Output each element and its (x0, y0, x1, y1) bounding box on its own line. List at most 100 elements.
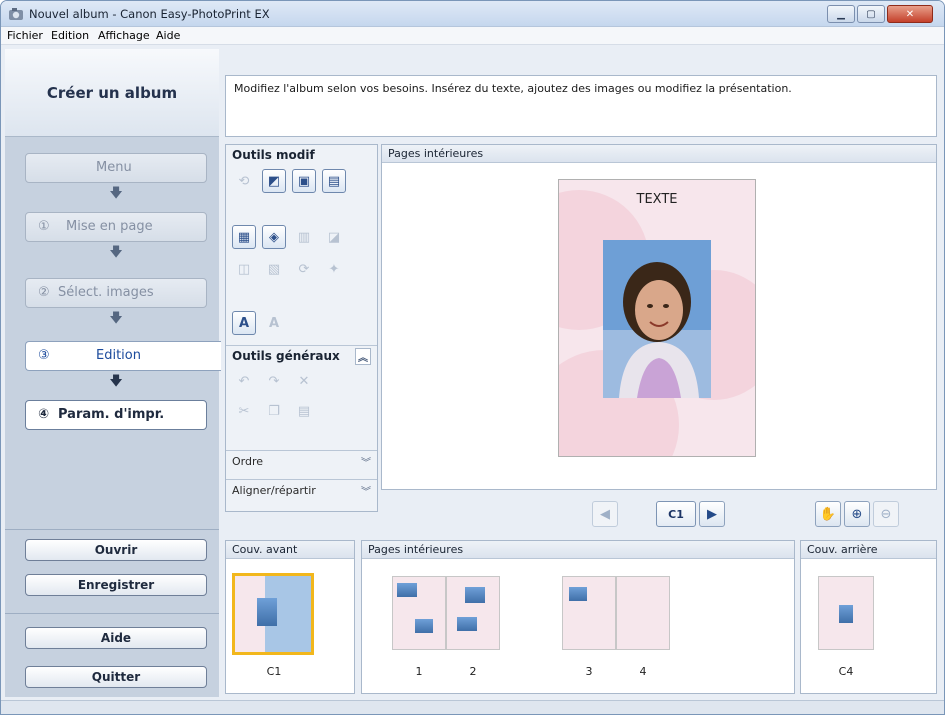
instruction-message: Modifiez l'album selon vos besoins. Insé… (225, 75, 937, 137)
page-photo[interactable] (603, 240, 711, 398)
align-section[interactable]: Aligner/répartir ︾ (226, 479, 377, 501)
girl-photo-image (603, 240, 711, 398)
zoom-out-button[interactable]: ⊖ (873, 501, 899, 527)
step-edition[interactable]: ③ Edition (25, 341, 221, 371)
menu-aide[interactable]: Aide (156, 29, 180, 42)
step-number: ③ (38, 348, 50, 363)
left-arrow-icon: ◀ (600, 506, 610, 522)
open-button[interactable]: Ouvrir (25, 539, 207, 561)
title-bar: Nouvel album - Canon Easy-PhotoPrint EX … (1, 1, 944, 27)
delete-icon[interactable]: ✕ (292, 369, 316, 393)
app-window: Nouvel album - Canon Easy-PhotoPrint EX … (0, 0, 945, 715)
step-label: Edition (96, 348, 141, 363)
thumbnail-photo (457, 617, 477, 631)
divider (5, 613, 219, 614)
sidebar-brand: Créer un album (5, 49, 219, 137)
layout-alt-icon[interactable]: ▤ (322, 169, 346, 193)
front-icon[interactable]: ◫ (232, 257, 256, 281)
copy-frame-icon[interactable]: ▧ (262, 257, 286, 281)
window-title: Nouvel album - Canon Easy-PhotoPrint EX (29, 7, 270, 21)
minimize-icon: ▁ (837, 8, 845, 20)
thumbnail-photo (465, 587, 485, 603)
edit-tools-header: Outils modif (232, 148, 315, 162)
previous-page-button[interactable]: ◀ (592, 501, 618, 527)
step-select-images[interactable]: ② Sélect. images (25, 278, 207, 308)
back-cover-strip: Couv. arrière C4 (800, 540, 937, 694)
tools-panel: Outils modif ⟲ ◩ ▣ ▤ ▦ ◈ ▥ ◪ ◫ ▧ ⟳ ✦ A A… (225, 144, 378, 512)
page-label-1: 1 (415, 665, 423, 678)
add-text-icon[interactable]: A (232, 311, 256, 335)
thumbnail-page-3[interactable] (562, 576, 616, 650)
thumbnail-page-4[interactable] (616, 576, 670, 650)
current-page-indicator: C1 (656, 501, 696, 527)
zoom-in-button[interactable]: ⊕ (844, 501, 870, 527)
hand-icon: ✋ (819, 506, 837, 522)
status-bar (1, 700, 944, 714)
step-label: Param. d'impr. (58, 407, 165, 422)
undo-icon[interactable]: ↶ (232, 369, 256, 393)
cut-icon[interactable]: ✂ (232, 399, 256, 423)
add-image-icon[interactable]: ▦ (232, 225, 256, 249)
thumbnail-page-2[interactable] (446, 576, 500, 650)
page-canvas: Pages intérieures TEXTE (381, 144, 937, 490)
order-section[interactable]: Ordre ︾ (226, 450, 377, 472)
quit-button[interactable]: Quitter (25, 666, 207, 688)
app-icon (9, 8, 23, 20)
page-label-c1: C1 (266, 665, 282, 678)
right-arrow-icon: ▶ (707, 506, 717, 522)
sidebar: Créer un album Menu 🡇 ① Mise en page 🡇 ②… (5, 49, 221, 697)
rotate-icon[interactable]: ⟳ (292, 257, 316, 281)
align-label: Aligner/répartir (232, 484, 316, 497)
back-cover-header: Couv. arrière (801, 541, 936, 559)
album-page[interactable]: TEXTE (558, 179, 756, 457)
background-icon[interactable]: ◩ (262, 169, 286, 193)
swap-image-icon[interactable]: ⟲ (232, 169, 256, 193)
effect-icon[interactable]: ✦ (322, 257, 346, 281)
step-menu[interactable]: Menu (25, 153, 207, 183)
divider (5, 529, 219, 530)
maximize-icon: ▢ (866, 8, 876, 20)
thumbnail-photo (839, 605, 853, 623)
general-tools-label: Outils généraux (232, 349, 340, 363)
menu-edition[interactable]: Edition (51, 29, 89, 42)
image-edit-icon[interactable]: ◈ (262, 225, 286, 249)
collapse-icon[interactable]: ︽ (355, 348, 371, 365)
crop-icon[interactable]: ▥ (292, 225, 316, 249)
down-arrow-icon: 🡇 (109, 186, 123, 201)
general-tools-header: Outils généraux ︽ (226, 345, 377, 365)
menu-bar: Fichier Edition Affichage Aide (1, 27, 944, 45)
thumbnail-c1[interactable] (232, 573, 314, 655)
hand-tool-button[interactable]: ✋ (815, 501, 841, 527)
layout-icon[interactable]: ▣ (292, 169, 316, 193)
copy-icon[interactable]: ❐ (262, 399, 286, 423)
thumbnail-page-1[interactable] (392, 576, 446, 650)
minimize-button[interactable]: ▁ (827, 5, 855, 23)
expand-icon: ︾ (361, 487, 371, 498)
inner-pages-header: Pages intérieures (362, 541, 794, 559)
step-number: ① (38, 219, 50, 234)
maximize-button[interactable]: ▢ (857, 5, 885, 23)
menu-fichier[interactable]: Fichier (7, 29, 43, 42)
close-icon: ✕ (905, 8, 915, 20)
step-param-impr[interactable]: ④ Param. d'impr. (25, 400, 207, 430)
canvas-header: Pages intérieures (382, 145, 936, 163)
page-label-4: 4 (639, 665, 647, 678)
help-button[interactable]: Aide (25, 627, 207, 649)
paste-icon[interactable]: ▤ (292, 399, 316, 423)
image-frame-icon[interactable]: ◪ (322, 225, 346, 249)
down-arrow-icon: 🡇 (109, 311, 123, 326)
save-button[interactable]: Enregistrer (25, 574, 207, 596)
front-cover-header: Couv. avant (226, 541, 354, 559)
next-page-button[interactable]: ▶ (699, 501, 725, 527)
page-text-box[interactable]: TEXTE (559, 192, 755, 207)
down-arrow-icon: 🡇 (109, 374, 123, 389)
menu-affichage[interactable]: Affichage (98, 29, 150, 42)
redo-icon[interactable]: ↷ (262, 369, 286, 393)
edit-text-icon[interactable]: A (262, 311, 286, 335)
step-mise-en-page[interactable]: ① Mise en page (25, 212, 207, 242)
page-label-c4: C4 (838, 665, 854, 678)
step-label: Sélect. images (58, 285, 154, 300)
close-button[interactable]: ✕ (887, 5, 933, 23)
thumbnail-c4[interactable] (818, 576, 874, 650)
step-number: ② (38, 285, 50, 300)
